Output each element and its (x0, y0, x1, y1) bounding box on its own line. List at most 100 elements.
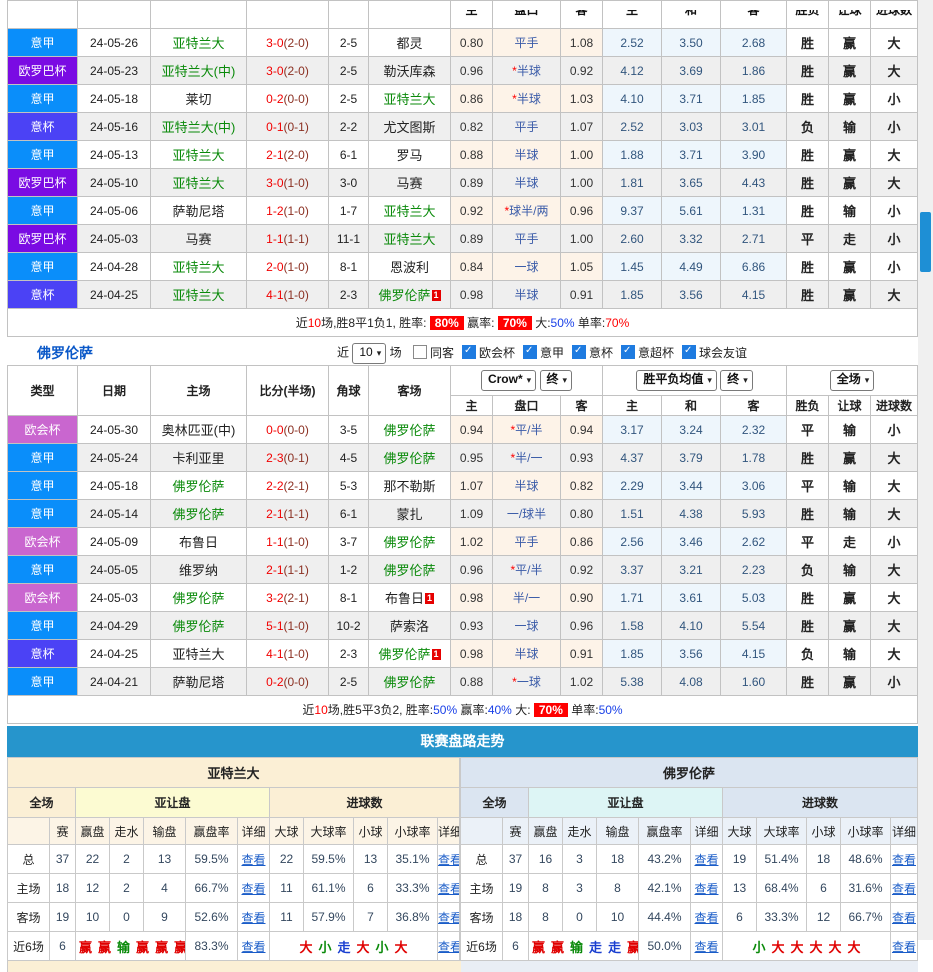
asian-away-odds: 0.94 (561, 416, 603, 444)
view-detail-link[interactable]: 查看 (241, 911, 265, 925)
view-detail-link[interactable]: 查看 (438, 882, 460, 896)
league-badge: 意甲 (8, 85, 78, 113)
result-wdl: 胜 (787, 281, 829, 309)
score-cell: 2-0(1-0) (247, 253, 329, 281)
league-filter-checkbox[interactable] (413, 345, 427, 359)
stat-value: 43.2% (639, 845, 691, 874)
result-wdl: 平 (787, 528, 829, 556)
column-header: 大球率 (304, 818, 354, 845)
euro-draw-odds: 3.50 (662, 29, 721, 57)
sequence-item: 小 (752, 940, 765, 955)
stat-value: 37 (50, 845, 76, 874)
handicap-name: 半球 (514, 479, 538, 493)
view-detail-link[interactable]: 查看 (892, 911, 916, 925)
league-filter-label: 意超杯 (638, 346, 674, 360)
scrollbar-thumb[interactable] (920, 212, 931, 272)
score-cell: 2-1(1-1) (247, 500, 329, 528)
scope-select[interactable]: 全场▾ (830, 370, 875, 391)
corner-score: 3-0 (329, 169, 369, 197)
view-detail-link[interactable]: 查看 (694, 882, 718, 896)
summary-segment: 40% (488, 703, 512, 717)
column-header: 主 (603, 396, 662, 416)
bookmaker-select[interactable]: Crow*▾ (481, 370, 536, 391)
match-row: 意甲24-05-06萨勒尼塔1-2(1-0)1-7亚特兰大0.92*球半/两0.… (8, 197, 918, 225)
league-filter-checkbox[interactable] (523, 345, 537, 359)
vertical-scrollbar[interactable] (918, 0, 933, 940)
view-detail-link[interactable]: 查看 (892, 940, 916, 954)
view-detail-link[interactable]: 查看 (438, 940, 460, 954)
column-header: 详细 (691, 818, 723, 845)
rank-badge: 1 (432, 290, 441, 301)
league-filter-checkbox[interactable] (621, 345, 635, 359)
atalanta-summary: 近10场,胜8平1负1, 胜率: 80% 赢率: 70% 大:50% 单率:70… (8, 309, 918, 337)
sequence-item: 赢 (136, 940, 149, 955)
column-header: 赛 (503, 818, 529, 845)
col-header-away: 客场 (369, 366, 451, 416)
corner-score: 2-5 (329, 85, 369, 113)
league-badge: 意甲 (8, 253, 78, 281)
stat-value: 6 (50, 932, 76, 961)
league-filter-checkbox[interactable] (682, 345, 696, 359)
away-team-name: 勒沃库森 (383, 64, 435, 79)
euro-away-odds: 6.86 (721, 253, 787, 281)
column-header: 大球 (723, 818, 757, 845)
handicap-name: 一球 (514, 619, 538, 633)
result-handicap: 赢 (829, 141, 871, 169)
odds-state-value: 终 (547, 372, 559, 386)
view-detail-link[interactable]: 查看 (241, 882, 265, 896)
league-filter-label: 球会友谊 (699, 346, 747, 360)
row-label: 近6场 (461, 932, 503, 961)
asian-handicap: 一球 (493, 612, 561, 640)
asian-handicap: 半球 (493, 141, 561, 169)
view-detail-link[interactable]: 查看 (892, 882, 916, 896)
view-detail-link[interactable]: 查看 (241, 853, 265, 867)
view-detail-link[interactable]: 查看 (694, 940, 718, 954)
asian-handicap: 半球 (493, 472, 561, 500)
half-score: (2-0) (284, 64, 309, 78)
asian-handicap: 半球 (493, 281, 561, 309)
summary-segment: 场,胜5平3负2, 胜率: (328, 703, 433, 717)
home-team: 卡利亚里 (151, 444, 247, 472)
summary-segment: 赢率: (464, 316, 498, 330)
corner-score: 6-1 (329, 141, 369, 169)
league-filter-checkbox[interactable] (462, 345, 476, 359)
score-cell: 2-1(1-1) (247, 556, 329, 584)
league-filter-checkbox[interactable] (572, 345, 586, 359)
view-detail-link[interactable]: 查看 (694, 911, 718, 925)
euro-away-odds: 2.62 (721, 528, 787, 556)
result-goals: 小 (871, 85, 918, 113)
view-detail-link[interactable]: 查看 (241, 940, 265, 954)
euro-away-odds: 5.93 (721, 500, 787, 528)
score-cell: 0-2(0-0) (247, 668, 329, 696)
league-badge: 意甲 (8, 612, 78, 640)
half-score: (1-1) (284, 507, 309, 521)
full-score: 3-0 (266, 176, 283, 190)
stat-value: 16 (529, 845, 563, 874)
odds-state-select[interactable]: 终▾ (540, 370, 573, 391)
goals-sequence: 大小走大小大 (270, 932, 438, 961)
view-detail-link[interactable]: 查看 (694, 853, 718, 867)
result-goals: 小 (871, 253, 918, 281)
euro-away-odds: 1.60 (721, 668, 787, 696)
stat-value: 7 (354, 903, 388, 932)
stat-value: 8 (597, 874, 639, 903)
euro-away-odds: 2.71 (721, 225, 787, 253)
away-team: 佛罗伦萨1 (369, 640, 451, 668)
match-row: 意杯24-04-25亚特兰大4-1(1-0)2-3佛罗伦萨10.98半球0.91… (8, 281, 918, 309)
result-wdl: 胜 (787, 444, 829, 472)
view-detail-link[interactable]: 查看 (438, 853, 460, 867)
summary-segment: 近 (296, 316, 308, 330)
match-count-select[interactable]: 10▾ (352, 343, 386, 364)
summary-segment: 大: (512, 703, 534, 717)
summary-segment: 70% (534, 703, 568, 717)
away-team: 都灵 (369, 29, 451, 57)
column-header: 进球数 (871, 396, 918, 416)
euro-odds-select[interactable]: 胜平负均值▾ (636, 370, 717, 391)
view-detail-link[interactable]: 查看 (438, 911, 460, 925)
away-team-name: 佛罗伦萨 (378, 288, 430, 303)
euro-state-select[interactable]: 终▾ (720, 370, 753, 391)
column-header (78, 1, 151, 29)
away-team-name: 佛罗伦萨 (383, 563, 435, 578)
cut-header-row: 主盘口客主和客胜负让球进球数 (8, 1, 918, 29)
view-detail-link[interactable]: 查看 (892, 853, 916, 867)
